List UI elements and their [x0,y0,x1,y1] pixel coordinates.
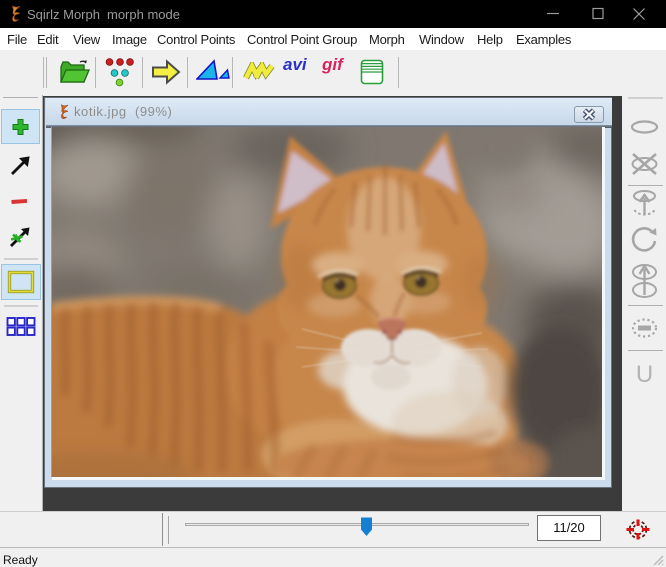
svg-text:U: U [636,361,653,388]
